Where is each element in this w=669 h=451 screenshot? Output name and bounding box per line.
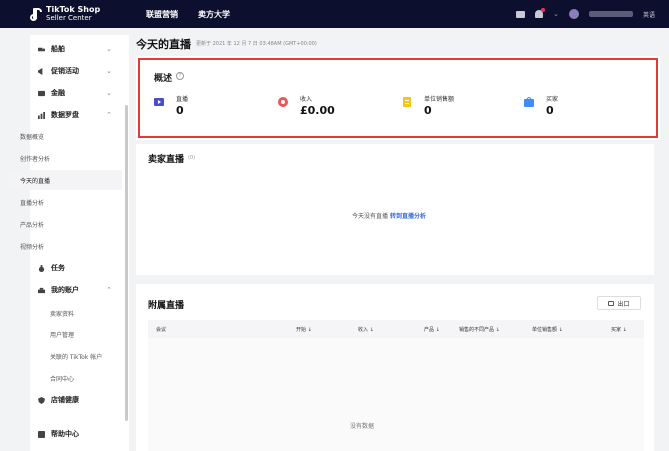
export-icon [608, 300, 615, 306]
page-title: 今天的直播 [136, 38, 191, 51]
top-right-tools: ⌄ 英语 [516, 0, 655, 28]
sidebar-subitem-video-analysis[interactable]: 视频分析 [20, 242, 44, 251]
chevron-down-icon: ⌄ [106, 67, 112, 75]
metric-revenue: 收入 £0.00 [278, 94, 335, 117]
affiliate-table-body [148, 338, 644, 451]
nav-seller-university[interactable]: 卖方大学 [198, 9, 230, 20]
notification-bell-icon[interactable] [535, 8, 546, 18]
sidebar-item-label: 金融 [51, 89, 65, 97]
sidebar-item-shipping[interactable]: 船舶 ⌄ [30, 39, 124, 59]
seller-live-empty-state: 今天没有直播 转到直播分析 [352, 211, 426, 220]
sidebar-subitem-contract-center[interactable]: 合同中心 [50, 374, 74, 383]
sidebar-subitem-todays-live[interactable]: 今天的直播 [20, 176, 50, 185]
megaphone-icon [38, 67, 43, 75]
top-bar: TikTok Shop Seller Center 联盟营销 卖方大学 ⌄ 英语 [0, 0, 669, 28]
overview-highlight-border [138, 58, 658, 138]
sidebar-item-data-compass[interactable]: 数据罗盘 ⌃ [30, 105, 124, 125]
chevron-down-icon[interactable]: ⌄ [553, 10, 559, 18]
last-updated-timestamp: 更新于 2021 年 12 月 7 日 03:48AM (GMT+00:00) [196, 41, 317, 47]
sidebar-item-help-center[interactable]: 帮助中心 [30, 424, 124, 444]
sidebar-subitem-creator-analysis[interactable]: 创作者分析 [20, 154, 50, 163]
seller-live-title: 卖家直播 [148, 155, 185, 165]
sidebar: 船舶 ⌄ 促销活动 ⌄ 金融 ⌄ 数据罗盘 ⌃ [30, 35, 129, 451]
live-icon [154, 98, 164, 106]
brand-line1: TikTok Shop [46, 5, 101, 14]
export-label: 出口 [617, 300, 630, 308]
metric-value: 0 [546, 104, 554, 117]
metric-live: 直播 0 [154, 94, 188, 117]
sidebar-item-label: 船舶 [51, 45, 65, 53]
shield-icon [38, 396, 45, 404]
sidebar-subitem-linked-tiktok-accounts[interactable]: 关联的 TikTok 帐户 [50, 352, 102, 361]
metric-value: 0 [424, 104, 432, 117]
column-header-buyers[interactable]: 买家 ↓ [611, 326, 627, 333]
metric-label: 买家 [546, 96, 559, 103]
export-button[interactable]: 出口 [597, 296, 641, 310]
sidebar-item-label: 店铺健康 [51, 396, 79, 404]
sidebar-item-label: 帮助中心 [51, 430, 79, 438]
metric-value: £0.00 [300, 104, 335, 117]
medal-icon [38, 264, 45, 272]
empty-text: 今天没有直播 [352, 213, 389, 220]
affiliate-table-header [148, 320, 644, 338]
sidebar-item-label: 任务 [51, 264, 65, 272]
revenue-icon [278, 97, 288, 107]
sidebar-item-tasks[interactable]: 任务 [30, 258, 124, 278]
sidebar-subitem-seller-profile[interactable]: 卖家资料 [50, 309, 74, 318]
language-selector[interactable]: 英语 [643, 10, 655, 19]
sidebar-item-label: 我的账户 [51, 286, 79, 294]
seller-live-card [136, 144, 654, 275]
chevron-down-icon: ⌄ [106, 89, 112, 97]
sidebar-item-my-account[interactable]: 我的账户 ⌃ [30, 280, 124, 300]
avatar[interactable] [568, 9, 579, 19]
metric-units-sold: 单位销售额 0 [402, 94, 454, 117]
sidebar-item-promotions[interactable]: 促销活动 ⌄ [30, 61, 124, 81]
overview-title: 概述 [154, 74, 173, 84]
help-question-icon[interactable]: ? [176, 72, 184, 80]
sidebar-item-finance[interactable]: 金融 ⌄ [30, 83, 124, 103]
message-icon[interactable] [516, 10, 526, 18]
account-icon [38, 287, 45, 293]
metric-label: 直播 [176, 96, 189, 103]
metric-buyers: 买家 0 [524, 94, 558, 117]
top-nav: 联盟营销 卖方大学 [146, 9, 230, 20]
column-header-units-sold[interactable]: 单位销售额 ↓ [532, 326, 563, 333]
seller-live-count: (0) [188, 155, 196, 161]
sidebar-subitem-user-management[interactable]: 用户管理 [50, 330, 74, 339]
column-header-session[interactable]: 会议 [156, 326, 166, 333]
brand-line2: Seller Center [46, 14, 92, 22]
column-header-products[interactable]: 产品 ↓ [424, 326, 440, 333]
wallet-icon [38, 90, 45, 96]
sidebar-subitem-live-analysis[interactable]: 直播分析 [20, 198, 44, 207]
sidebar-item-label: 促销活动 [51, 67, 79, 75]
metric-label: 收入 [300, 96, 313, 103]
nav-affiliate-marketing[interactable]: 联盟营销 [146, 9, 178, 20]
account-name-blurred[interactable] [588, 11, 633, 17]
chart-icon [38, 111, 45, 119]
units-sold-icon [403, 97, 411, 107]
notification-dot [541, 8, 546, 12]
go-to-live-analysis-link[interactable]: 转到直播分析 [390, 213, 426, 220]
tiktok-shop-logo[interactable]: TikTok Shop Seller Center [30, 6, 134, 22]
chevron-up-icon: ⌃ [106, 111, 112, 119]
sidebar-subitem-data-overview[interactable]: 数据概览 [20, 132, 44, 141]
tiktok-logo-icon [30, 7, 43, 22]
sidebar-scrollbar[interactable] [125, 105, 128, 421]
sidebar-item-label: 数据罗盘 [51, 111, 79, 119]
sidebar-subitem-product-analysis[interactable]: 产品分析 [20, 220, 44, 229]
buyers-icon [524, 97, 534, 107]
metric-label: 单位销售额 [424, 96, 455, 103]
affiliate-live-title: 附属直播 [148, 301, 185, 311]
chevron-up-icon: ⌃ [106, 286, 112, 294]
chevron-down-icon: ⌄ [106, 45, 112, 53]
help-icon [38, 430, 45, 438]
metric-value: 0 [176, 104, 184, 117]
column-header-different-products-sold[interactable]: 销售的不同产品 ↓ [459, 326, 500, 333]
column-header-revenue[interactable]: 收入 ↓ [358, 326, 374, 333]
no-data-text: 没有数据 [350, 423, 375, 430]
truck-icon [38, 47, 45, 51]
sidebar-item-shop-health[interactable]: 店铺健康 [30, 390, 124, 410]
column-header-start[interactable]: 开始 ↓ [296, 326, 312, 333]
